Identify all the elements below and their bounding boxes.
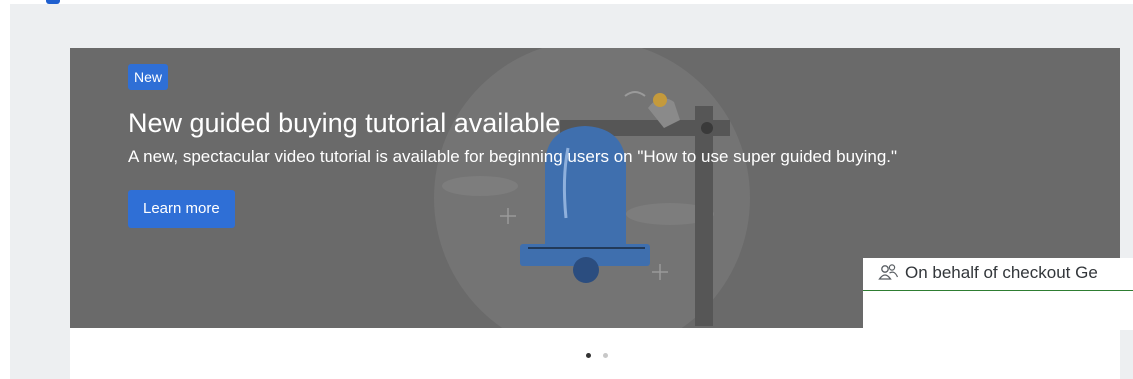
carousel-pagination: [586, 350, 608, 360]
on-behalf-of-panel: On behalf of checkout Ge: [863, 258, 1133, 330]
on-behalf-of-label: On behalf of checkout Ge: [905, 263, 1098, 282]
banner-description: A new, spectacular video tutorial is ava…: [128, 147, 898, 166]
top-tab-indicator: [46, 0, 60, 4]
new-badge: New: [128, 64, 169, 90]
banner-title: New guided buying tutorial available: [128, 108, 561, 138]
carousel-dot-2[interactable]: [603, 352, 608, 358]
carousel-dot-1[interactable]: [586, 352, 591, 358]
user-group-icon: [878, 264, 899, 280]
on-behalf-of-field[interactable]: On behalf of checkout Ge: [863, 258, 1133, 291]
learn-more-button[interactable]: Learn more: [128, 190, 235, 228]
